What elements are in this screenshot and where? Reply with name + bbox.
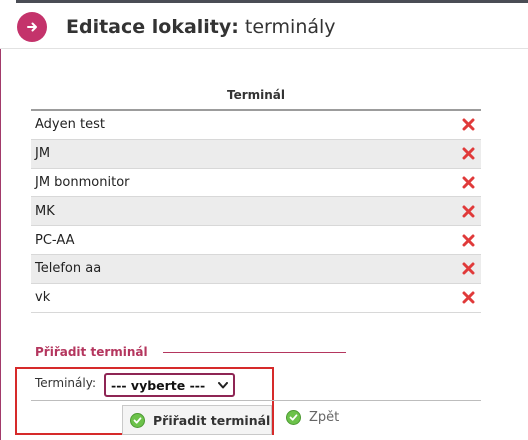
table-row: Telefon aa <box>31 254 481 284</box>
arrow-right-icon[interactable] <box>17 12 47 42</box>
terminal-select-value: --- vyberte --- <box>111 377 206 393</box>
top-bar-gap <box>0 0 16 3</box>
column-header-terminal: Terminál <box>226 87 286 102</box>
terminal-name: MK <box>35 203 55 219</box>
terminal-name: JM <box>35 146 51 162</box>
section-title-assign: Přiřadit terminál <box>35 345 148 359</box>
terminal-select[interactable]: --- vyberte --- <box>104 373 235 397</box>
terminals-label: Terminály: <box>35 376 96 390</box>
terminal-name: Telefon aa <box>35 261 102 277</box>
delete-icon[interactable] <box>461 262 475 276</box>
section-divider <box>163 352 346 353</box>
form-divider <box>31 400 481 401</box>
delete-icon[interactable] <box>461 291 475 305</box>
terminal-name: PC-AA <box>35 232 75 248</box>
delete-icon[interactable] <box>461 204 475 218</box>
back-button[interactable]: Zpět <box>286 410 339 425</box>
terminal-name: vk <box>35 290 51 306</box>
delete-icon[interactable] <box>461 233 475 247</box>
delete-icon[interactable] <box>461 118 475 132</box>
terminal-table: Terminál Adyen test JM JM bonmonitor MK PC-A… <box>31 80 481 313</box>
table-row: JM bonmonitor <box>31 169 481 198</box>
table-row: vk <box>31 284 481 313</box>
back-label: Zpět <box>309 410 340 425</box>
table-row: Adyen test <box>31 111 481 140</box>
left-accent-rule <box>0 48 1 440</box>
page-title: Editace lokality: terminály <box>66 15 336 39</box>
page-title-rest: terminály <box>238 16 336 38</box>
table-row: MK <box>31 197 481 227</box>
top-bar <box>0 0 528 3</box>
terminal-rows: Adyen test JM JM bonmonitor MK PC-AA Telefon … <box>31 111 481 313</box>
page-title-bold: Editace lokality: <box>66 16 239 38</box>
chevron-down-icon <box>218 382 228 389</box>
table-row: PC-AA <box>31 226 481 255</box>
delete-icon[interactable] <box>461 175 475 189</box>
terminal-name: Adyen test <box>35 117 105 133</box>
table-row: JM <box>31 139 481 169</box>
delete-icon[interactable] <box>461 147 475 161</box>
assign-terminal-button[interactable]: Přiřadit terminál <box>122 405 272 435</box>
terminal-name: JM bonmonitor <box>35 174 130 190</box>
assign-terminal-label: Přiřadit terminál <box>153 412 271 428</box>
back-check-icon <box>286 410 301 425</box>
header-divider <box>0 48 528 49</box>
check-icon <box>130 412 145 428</box>
